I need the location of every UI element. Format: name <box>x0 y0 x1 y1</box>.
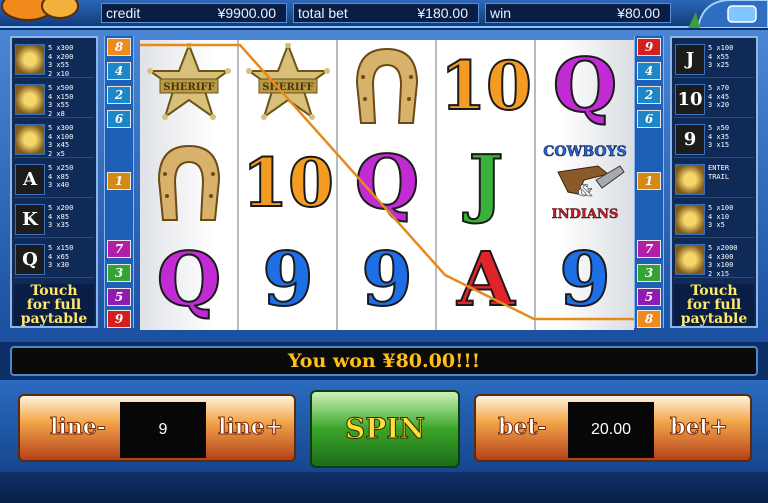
payline-indicator[interactable]: 7 <box>107 240 131 258</box>
menu-button-icon[interactable] <box>688 0 768 28</box>
payline-indicator[interactable]: 7 <box>637 240 661 258</box>
payline-indicator[interactable]: 3 <box>107 264 131 282</box>
payline-indicator[interactable]: 2 <box>107 86 131 104</box>
spin-button[interactable]: SPIN <box>310 390 460 468</box>
win-value: ¥80.00 <box>617 5 660 21</box>
paytable-row[interactable]: K5 x200 4 x85 3 x35 <box>14 202 94 238</box>
total-bet-display: total bet ¥180.00 <box>293 3 479 23</box>
payline-indicator[interactable]: 9 <box>107 310 131 328</box>
line-minus-button[interactable]: line- <box>50 414 107 441</box>
line-plus-button[interactable]: line+ <box>217 414 283 441</box>
touch-for-paytable-right[interactable]: Touch for full paytable <box>674 284 754 326</box>
win-message: You won ¥80.00!!! <box>287 350 481 372</box>
payline-indicator[interactable]: 5 <box>107 288 131 306</box>
right-paytable[interactable]: J5 x100 4 x55 3 x25 10 5 x70 4 x45 3 x20 9 5 x50… <box>670 36 758 328</box>
reels-window: SHERIFF Q SHERIFF 10 9 Q 9 10 J A Q COWBOYS & INDIANS… <box>140 40 634 330</box>
payline-indicator[interactable]: 4 <box>637 62 661 80</box>
paytable-row[interactable]: 95 x50 4 x35 3 x15 <box>674 122 754 158</box>
letter-j-icon: J <box>675 44 705 75</box>
line-count-value: 9 <box>120 402 206 458</box>
left-paytable[interactable]: 5 x300 4 x200 3 x55 2 x10 5 x500 4 x150 3 x55 2… <box>10 36 98 328</box>
payline-indicator[interactable]: 6 <box>107 110 131 128</box>
payout-values: 5 x100 4 x10 3 x5 <box>708 204 734 229</box>
paytable-row[interactable]: 10 5 x70 4 x45 3 x20 <box>674 82 754 118</box>
paytable-row[interactable]: A5 x250 4 x85 3 x40 <box>14 162 94 198</box>
paytable-row[interactable]: Q5 x150 4 x65 3 x30 <box>14 242 94 278</box>
payout-values: 5 x250 4 x85 3 x40 <box>48 164 74 189</box>
payline-indicator[interactable]: 8 <box>107 38 131 56</box>
paytable-row[interactable]: 5 x300 4 x200 3 x55 2 x10 <box>14 42 94 78</box>
paytable-row[interactable]: 5 x500 4 x150 3 x55 2 x8 <box>14 82 94 118</box>
payline-indicator[interactable]: 1 <box>637 172 661 190</box>
payline-indicator[interactable]: 2 <box>637 86 661 104</box>
control-panel: line- 9 line+ SPIN bet- 20.00 bet+ <box>0 380 768 503</box>
touch-for-paytable-left[interactable]: Touch for full paytable <box>14 284 94 326</box>
payout-values: ENTER TRAIL <box>708 164 730 181</box>
payline-indicator[interactable]: 4 <box>107 62 131 80</box>
payline-indicator[interactable]: 3 <box>637 264 661 282</box>
payout-values: 5 x500 4 x150 3 x55 2 x8 <box>48 84 74 118</box>
game-logo-icon <box>1 0 79 21</box>
total-bet-label: total bet <box>298 5 348 21</box>
status-bar: credit ¥9900.00 total bet ¥180.00 win ¥8… <box>0 0 768 28</box>
horseshoe-icon <box>15 124 45 155</box>
letter-q-icon: Q <box>15 244 45 275</box>
bet-plus-button[interactable]: bet+ <box>670 414 729 441</box>
indian-character-icon <box>675 244 705 275</box>
cabinet-base <box>0 472 768 503</box>
sheriff-badge-icon <box>675 164 705 195</box>
letter-k-icon: K <box>15 204 45 235</box>
payline-indicator[interactable]: 8 <box>637 310 661 328</box>
line-controls: line- 9 line+ <box>18 394 296 462</box>
payline-indicator[interactable]: 6 <box>637 110 661 128</box>
win-display: win ¥80.00 <box>485 3 671 23</box>
bet-value: 20.00 <box>568 402 654 458</box>
spin-label: SPIN <box>345 412 426 446</box>
credit-value: ¥9900.00 <box>217 5 276 21</box>
payout-values: 5 x300 4 x100 3 x45 2 x5 <box>48 124 74 158</box>
cactus-icon <box>15 84 45 115</box>
right-line-strip: 9 4 2 6 1 7 3 5 8 <box>634 36 664 328</box>
cowboy-character-icon <box>675 204 705 235</box>
credit-display: credit ¥9900.00 <box>101 3 287 23</box>
bet-controls: bet- 20.00 bet+ <box>474 394 752 462</box>
cowboys-indians-logo-icon <box>15 44 45 75</box>
payout-values: 5 x150 4 x65 3 x30 <box>48 244 74 269</box>
win-label: win <box>490 5 512 21</box>
winning-payline <box>140 43 634 321</box>
total-bet-value: ¥180.00 <box>417 5 468 21</box>
payout-values: 5 x300 4 x200 3 x55 2 x10 <box>48 44 74 78</box>
number-10-icon: 10 <box>675 84 705 115</box>
payline-indicator[interactable]: 5 <box>637 288 661 306</box>
payout-values: 5 x70 4 x45 3 x20 <box>708 84 730 109</box>
left-line-strip: 8 4 2 6 1 7 3 5 9 <box>104 36 134 328</box>
credit-label: credit <box>106 5 141 21</box>
payline-indicator[interactable]: 9 <box>637 38 661 56</box>
paytable-row[interactable]: 5 x2000 4 x300 3 x100 2 x15 <box>674 242 754 278</box>
bet-minus-button[interactable]: bet- <box>498 414 548 441</box>
number-9-icon: 9 <box>675 124 705 155</box>
payline-indicator[interactable]: 1 <box>107 172 131 190</box>
payout-values: 5 x100 4 x55 3 x25 <box>708 44 734 69</box>
paytable-row[interactable]: 5 x300 4 x100 3 x45 2 x5 <box>14 122 94 158</box>
payout-values: 5 x2000 4 x300 3 x100 2 x15 <box>708 244 738 278</box>
paytable-row[interactable]: 5 x100 4 x10 3 x5 <box>674 202 754 238</box>
slot-machine-frame: 5 x300 4 x200 3 x55 2 x10 5 x500 4 x150 3 x55 2… <box>0 30 768 342</box>
letter-a-icon: A <box>15 164 45 195</box>
paytable-row[interactable]: ENTER TRAIL <box>674 162 754 198</box>
win-message-bar: You won ¥80.00!!! <box>10 346 758 376</box>
payout-values: 5 x200 4 x85 3 x35 <box>48 204 74 229</box>
paytable-row[interactable]: J5 x100 4 x55 3 x25 <box>674 42 754 78</box>
payout-values: 5 x50 4 x35 3 x15 <box>708 124 730 149</box>
